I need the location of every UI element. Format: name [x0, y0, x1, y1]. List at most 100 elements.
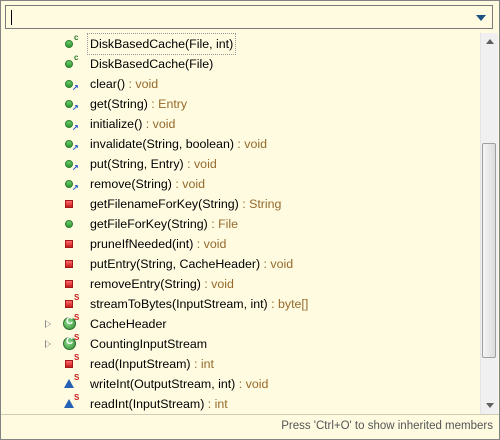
member-signature: getFilenameForKey(String) : String: [88, 194, 283, 214]
return-type: : int: [190, 357, 214, 371]
outline-item[interactable]: ↗ clear() : void: [2, 74, 480, 94]
scroll-up-arrow-icon[interactable]: [481, 33, 498, 50]
outline-item[interactable]: putEntry(String, CacheHeader) : void: [2, 254, 480, 274]
outline-list[interactable]: c DiskBasedCache(File, int) c DiskBasedCach…: [2, 33, 480, 413]
outline-item[interactable]: ↗ initialize() : void: [2, 114, 480, 134]
private-method-icon: [60, 274, 86, 294]
expand-arrow-icon[interactable]: [45, 340, 51, 348]
public-method-override-icon: ↗: [60, 174, 86, 194]
public-method-override-icon: ↗: [60, 154, 86, 174]
public-method-override-icon: ↗: [60, 114, 86, 134]
member-name: put(String, Entry): [90, 157, 184, 171]
outline-item[interactable]: ↗ get(String) : Entry: [2, 94, 480, 114]
outline-item[interactable]: SstreamToBytes(InputStream, int) : byte[…: [2, 293, 480, 314]
outline-item[interactable]: ↗ remove(String) : void: [2, 174, 480, 194]
outline-item[interactable]: SreadInt(InputStream) : int: [2, 393, 480, 413]
member-signature: putEntry(String, CacheHeader) : void: [88, 254, 295, 274]
member-name: getFilenameForKey(String): [90, 197, 239, 211]
outline-item[interactable]: ↗ put(String, Entry) : void: [2, 154, 480, 174]
member-signature: get(String) : Entry: [88, 94, 189, 114]
status-bar: Press 'Ctrl+O' to show inherited members: [1, 414, 499, 439]
member-name: CountingInputStream: [90, 337, 208, 351]
return-type: : void: [260, 257, 294, 271]
public-constructor-icon: c: [60, 33, 86, 54]
return-type: : void: [171, 177, 205, 191]
member-signature: getFileForKey(String) : File: [88, 214, 240, 234]
return-type: : void: [235, 377, 269, 391]
protected-static-method-icon: S: [60, 393, 86, 413]
return-type: : void: [200, 277, 234, 291]
member-signature: initialize() : void: [88, 114, 177, 134]
member-signature: put(String, Entry) : void: [88, 154, 219, 174]
outline-item[interactable]: getFileForKey(String) : File: [2, 214, 480, 234]
outline-item[interactable]: ↗ invalidate(String, boolean) : void: [2, 134, 480, 154]
outline-item[interactable]: c DiskBasedCache(File, int): [2, 33, 480, 55]
vertical-scrollbar[interactable]: [480, 33, 498, 414]
return-type: : void: [193, 237, 227, 251]
member-signature: removeEntry(String) : void: [88, 274, 236, 294]
outline-item[interactable]: Sread(InputStream) : int: [2, 353, 480, 374]
member-signature: read(InputStream) : int: [88, 354, 216, 374]
outline-item[interactable]: c DiskBasedCache(File): [2, 53, 480, 74]
member-name: remove(String): [90, 177, 172, 191]
return-type: : void: [142, 117, 176, 131]
member-name: putEntry(String, CacheHeader): [90, 257, 261, 271]
member-signature: remove(String) : void: [88, 174, 207, 194]
private-static-method-icon: S: [60, 353, 86, 374]
filter-input[interactable]: [5, 5, 493, 29]
member-name: get(String): [90, 97, 148, 111]
quick-outline-popup: c DiskBasedCache(File, int) c DiskBasedCach…: [0, 0, 500, 440]
member-signature: readInt(InputStream) : int: [88, 394, 230, 413]
return-type: : int: [204, 397, 228, 411]
member-signature: pruneIfNeeded(int) : void: [88, 234, 228, 254]
return-type: : void: [183, 157, 217, 171]
member-name: clear(): [90, 77, 126, 91]
outline-item[interactable]: removeEntry(String) : void: [2, 274, 480, 294]
member-name: removeEntry(String): [90, 277, 201, 291]
expand-arrow-icon[interactable]: [45, 320, 51, 328]
member-name: pruneIfNeeded(int): [90, 237, 194, 251]
inherited-members-hint: Press 'Ctrl+O' to show inherited members: [281, 420, 493, 432]
member-name: getFileForKey(String): [90, 217, 208, 231]
outline-item[interactable]: getFilenameForKey(String) : String: [2, 194, 480, 214]
member-name: readInt(InputStream): [90, 397, 205, 411]
view-menu-chevron-down-icon[interactable]: [476, 15, 486, 21]
member-name: invalidate(String, boolean): [90, 137, 234, 151]
scroll-down-arrow-icon[interactable]: [481, 397, 498, 414]
text-caret: [11, 10, 12, 25]
static-class-icon: S: [60, 313, 86, 334]
member-signature: CountingInputStream: [88, 334, 209, 354]
public-method-icon: [60, 214, 86, 234]
member-signature: DiskBasedCache(File, int): [86, 33, 237, 55]
return-type: : Entry: [147, 97, 188, 111]
member-signature: clear() : void: [88, 74, 160, 94]
outline-item[interactable]: SwriteInt(OutputStream, int) : void: [2, 373, 480, 394]
member-name: streamToBytes(InputStream, int): [90, 297, 268, 311]
member-signature: writeInt(OutputStream, int) : void: [88, 374, 270, 394]
member-name: read(InputStream): [90, 357, 191, 371]
public-method-override-icon: ↗: [60, 74, 86, 94]
private-method-icon: [60, 194, 86, 214]
member-name: CacheHeader: [90, 317, 167, 331]
member-signature: DiskBasedCache(File): [88, 54, 215, 74]
return-type: : String: [238, 197, 282, 211]
public-constructor-icon: c: [60, 53, 86, 74]
member-signature: streamToBytes(InputStream, int) : byte[]: [88, 294, 310, 314]
private-static-method-icon: S: [60, 293, 86, 314]
return-type: : void: [233, 137, 268, 151]
member-signature: CacheHeader: [88, 314, 168, 334]
outline-item[interactable]: pruneIfNeeded(int) : void: [2, 234, 480, 254]
protected-static-method-icon: S: [60, 373, 86, 394]
outline-item[interactable]: S CacheHeader: [2, 313, 480, 334]
static-class-icon: S: [60, 333, 86, 354]
scrollbar-thumb[interactable]: [482, 143, 496, 358]
public-method-override-icon: ↗: [60, 94, 86, 114]
public-method-override-icon: ↗: [60, 134, 86, 154]
member-name: DiskBasedCache(File): [90, 57, 214, 71]
return-type: : byte[]: [267, 297, 309, 311]
outline-item[interactable]: S CountingInputStream: [2, 333, 480, 354]
return-type: : void: [125, 77, 159, 91]
member-name: DiskBasedCache(File, int): [90, 37, 234, 51]
private-method-icon: [60, 254, 86, 274]
member-name: writeInt(OutputStream, int): [90, 377, 236, 391]
